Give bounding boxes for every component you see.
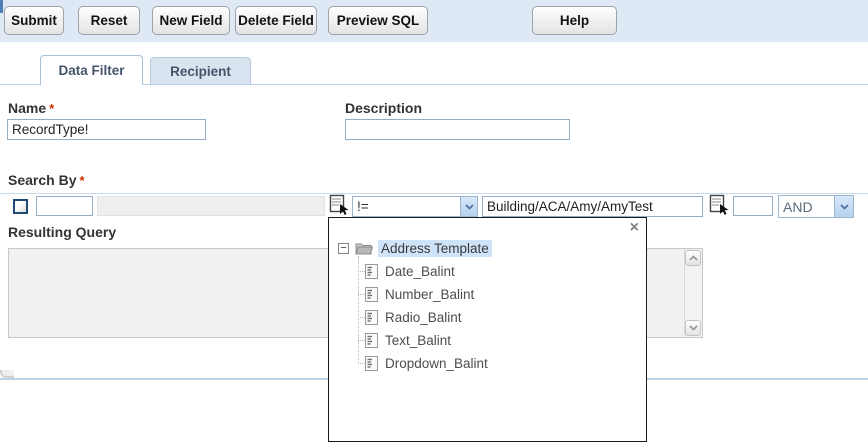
tree-branch bbox=[358, 317, 365, 318]
description-input[interactable] bbox=[345, 119, 570, 140]
search-by-label: Search By* bbox=[8, 172, 85, 188]
search-by-required-mark: * bbox=[76, 173, 84, 188]
tree-item-label[interactable]: Date_Balint bbox=[385, 264, 455, 279]
field-name-readonly bbox=[97, 196, 325, 216]
tree-item-row[interactable]: Radio_Balint bbox=[358, 307, 462, 327]
description-label-text: Description bbox=[345, 100, 422, 116]
scroll-up-icon bbox=[689, 255, 698, 261]
tree-branch bbox=[358, 340, 365, 341]
operator-dropdown-button[interactable] bbox=[460, 197, 477, 216]
document-icon bbox=[365, 310, 378, 325]
name-required-mark: * bbox=[46, 101, 54, 116]
name-label-text: Name bbox=[8, 100, 46, 116]
folder-icon bbox=[355, 241, 373, 255]
tree-item-row[interactable]: Date_Balint bbox=[358, 261, 455, 281]
field-short-input[interactable] bbox=[36, 196, 93, 216]
conjunction-select[interactable]: AND bbox=[778, 195, 854, 218]
value-short-input[interactable] bbox=[733, 196, 773, 216]
tree-item-row[interactable]: Dropdown_Balint bbox=[358, 353, 488, 373]
tree-branch bbox=[358, 294, 365, 295]
help-button[interactable]: Help bbox=[532, 6, 617, 35]
tree-item-label[interactable]: Radio_Balint bbox=[385, 310, 462, 325]
reset-button[interactable]: Reset bbox=[78, 6, 140, 35]
name-label: Name* bbox=[8, 100, 54, 116]
preview-sql-button[interactable]: Preview SQL bbox=[328, 6, 428, 35]
tree-item-label[interactable]: Dropdown_Balint bbox=[385, 356, 488, 371]
document-icon bbox=[365, 264, 378, 279]
name-input[interactable] bbox=[7, 119, 206, 140]
document-icon bbox=[365, 287, 378, 302]
submit-button[interactable]: Submit bbox=[4, 6, 64, 35]
report-filter-page: Submit Reset New Field Delete Field Prev… bbox=[0, 0, 868, 448]
delete-field-button[interactable]: Delete Field bbox=[235, 6, 317, 35]
tree-item-row[interactable]: Text_Balint bbox=[358, 330, 451, 350]
tree-branch bbox=[358, 271, 365, 272]
query-scroll-down-button[interactable] bbox=[685, 320, 701, 336]
operator-value: != bbox=[353, 199, 369, 214]
accent-tick bbox=[0, 0, 3, 13]
document-icon bbox=[365, 333, 378, 348]
expression-input[interactable] bbox=[482, 196, 703, 217]
value-picker-icon[interactable] bbox=[709, 194, 729, 216]
search-by-label-text: Search By bbox=[8, 172, 76, 188]
new-field-button[interactable]: New Field bbox=[152, 6, 230, 35]
conjunction-dropdown-button[interactable] bbox=[834, 196, 853, 217]
resulting-query-label-text: Resulting Query bbox=[8, 224, 116, 240]
search-row-checkbox[interactable] bbox=[13, 199, 28, 214]
collapse-icon[interactable]: − bbox=[338, 243, 349, 254]
tree-root-label[interactable]: Address Template bbox=[378, 240, 492, 257]
scroll-down-icon bbox=[689, 325, 698, 331]
search-by-separator bbox=[0, 193, 868, 194]
query-scroll-up-button[interactable] bbox=[685, 250, 701, 266]
operator-select[interactable]: != bbox=[352, 196, 478, 217]
tab-recipient[interactable]: Recipient bbox=[150, 57, 251, 85]
tree-root-row[interactable]: − Address Template bbox=[338, 238, 492, 258]
tree-item-row[interactable]: Number_Balint bbox=[358, 284, 474, 304]
close-icon[interactable]: × bbox=[630, 219, 639, 237]
field-picker-popup: × − Address Template Date_Balint bbox=[328, 217, 647, 442]
tree-item-label[interactable]: Number_Balint bbox=[385, 287, 474, 302]
chevron-down-icon bbox=[465, 204, 474, 210]
panel-corner bbox=[0, 370, 14, 378]
conjunction-value: AND bbox=[779, 199, 813, 215]
field-picker-icon[interactable] bbox=[329, 194, 349, 216]
tree-branch bbox=[358, 363, 365, 364]
chevron-down-icon bbox=[840, 204, 849, 210]
toolbar: Submit Reset New Field Delete Field Prev… bbox=[0, 0, 868, 42]
document-icon bbox=[365, 356, 378, 371]
description-label: Description bbox=[345, 100, 422, 116]
resulting-query-label: Resulting Query bbox=[8, 224, 116, 240]
tree-item-label[interactable]: Text_Balint bbox=[385, 333, 451, 348]
tab-data-filter[interactable]: Data Filter bbox=[40, 55, 143, 85]
